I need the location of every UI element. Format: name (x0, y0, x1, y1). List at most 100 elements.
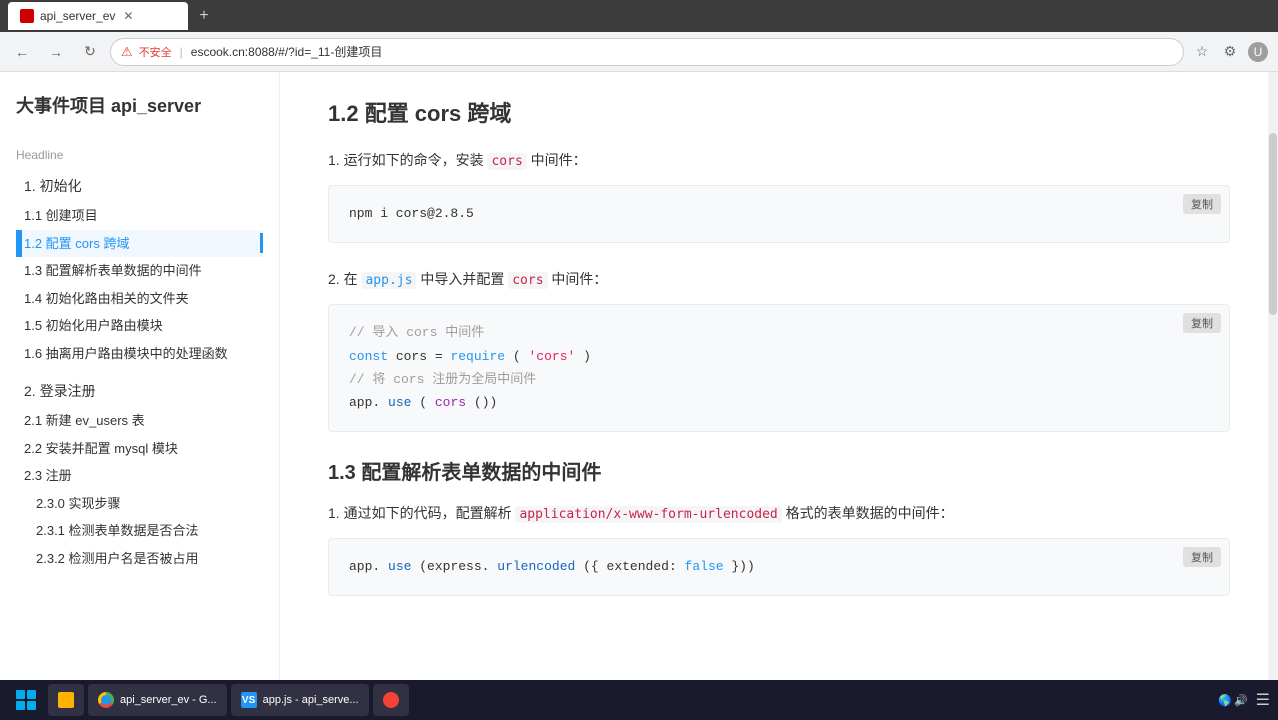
sidebar-item-2-1[interactable]: 2.1 新建 ev_users 表 (16, 407, 263, 435)
vscode-icon-text: VS (242, 695, 255, 706)
nav-item-2-3-2[interactable]: 2.3.2 检测用户名是否被占用 (16, 545, 263, 573)
sidebar-title: 大事件项目 api_server (16, 92, 263, 128)
tab-title: api_server_ev (40, 9, 115, 23)
nav-item-2-2[interactable]: 2.2 安装并配置 mysql 模块 (16, 435, 263, 463)
sidebar-item-2-2[interactable]: 2.2 安装并配置 mysql 模块 (16, 435, 263, 463)
step-1-text: 1. 运行如下的命令，安装 cors 中间件： (328, 148, 1230, 173)
scroll-track[interactable] (1268, 72, 1278, 680)
forward-button[interactable]: → (42, 38, 70, 66)
nav-item-1-5[interactable]: 1.5 初始化用户路由模块 (16, 312, 263, 340)
step-2-container: 2. 在 app.js 中导入并配置 cors 中间件： 复制 // 导入 co… (328, 267, 1230, 432)
nav-item-1-1[interactable]: 1.1 创建项目 (16, 202, 263, 230)
step-1-suffix: 中间件： (531, 152, 587, 168)
taskbar-item-file-manager[interactable] (48, 684, 84, 716)
nav-item-1-3[interactable]: 1.3 配置解析表单数据的中间件 (16, 257, 263, 285)
sidebar-item-1-4[interactable]: 1.4 初始化路由相关的文件夹 (16, 285, 263, 313)
step-1-3-code: application/x-www-form-urlencoded (515, 506, 781, 523)
sidebar-item-1-2[interactable]: 1.2 配置 cors 跨域 (19, 230, 263, 258)
taskbar-item-vscode[interactable]: VS app.js - api_serve... (231, 684, 369, 716)
network-icon: 🌎 (1218, 694, 1232, 707)
code-2-line-4: app. use ( cors ()) (349, 391, 1209, 414)
file-manager-icon (58, 692, 74, 708)
menu-lines-icon: ☰ (1256, 690, 1270, 710)
step-1-3-prefix: 1. 通过如下的代码，配置解析 (328, 505, 512, 521)
taskbar-right-area: 🌎 🔊 ☰ (1218, 690, 1270, 710)
nav-item-2-1[interactable]: 2.1 新建 ev_users 表 (16, 407, 263, 435)
code-2-line-1: // 导入 cors 中间件 (349, 321, 1209, 344)
tab-close-button[interactable]: ✕ (121, 9, 135, 23)
sidebar-item-1-3[interactable]: 1.3 配置解析表单数据的中间件 (16, 257, 263, 285)
main-container: 大事件项目 api_server Headline 1. 初始化 1.1 创建项… (0, 72, 1278, 680)
taskbar-menu-icon[interactable]: ☰ (1256, 690, 1270, 710)
headline-label: Headline (16, 148, 263, 162)
system-icons: 🌎 🔊 (1218, 694, 1247, 707)
address-text: escook.cn:8088/#/?id=_11-创建项目 (191, 43, 383, 60)
section-1-label: 1. 初始化 (24, 178, 82, 194)
address-separator: | (180, 45, 183, 59)
section-1-header[interactable]: 1. 初始化 (16, 170, 263, 202)
windows-icon-q3 (16, 701, 25, 710)
taskbar-item-red-app[interactable] (373, 684, 409, 716)
sidebar-item-1-6[interactable]: 1.6 抽离用户路由模块中的处理函数 (16, 340, 263, 368)
section-2-header[interactable]: 2. 登录注册 (16, 375, 263, 407)
extensions-button[interactable]: ⚙ (1218, 40, 1242, 64)
tab-bar: api_server_ev ✕ + (8, 0, 216, 32)
nav-item-2-3-0[interactable]: 2.3.0 实现步骤 (16, 490, 263, 518)
nav-item-2-3-1[interactable]: 2.3.1 检测表单数据是否合法 (16, 517, 263, 545)
taskbar-item-chrome[interactable]: api_server_ev - G... (88, 684, 227, 716)
security-warning-icon: ⚠ (121, 44, 133, 60)
nav-item-1-4[interactable]: 1.4 初始化路由相关的文件夹 (16, 285, 263, 313)
nav-item-2-3[interactable]: 2.3 注册 (16, 462, 263, 490)
refresh-button[interactable]: ↻ (76, 38, 104, 66)
sidebar: 大事件项目 api_server Headline 1. 初始化 1.1 创建项… (0, 72, 280, 680)
step-2-code2: cors (508, 272, 547, 289)
browser-actions: ☆ ⚙ U (1190, 40, 1270, 64)
sidebar-item-2-3-2[interactable]: 2.3.2 检测用户名是否被占用 (16, 545, 263, 573)
taskbar: api_server_ev - G... VS app.js - api_ser… (0, 680, 1278, 720)
code-1-3-line-1: app. use (express. urlencoded ({ extende… (349, 555, 1209, 578)
content-area: 1.2 配置 cors 跨域 1. 运行如下的命令，安装 cors 中间件： 复… (280, 72, 1278, 680)
sidebar-item-2-3-1[interactable]: 2.3.1 检测表单数据是否合法 (16, 517, 263, 545)
bookmark-button[interactable]: ☆ (1190, 40, 1214, 64)
taskbar-chrome-label: api_server_ev - G... (120, 694, 217, 706)
step-2-middle: 中导入并配置 (420, 271, 504, 287)
title-num-1-2: 1.2 配置 cors 跨域 (328, 96, 511, 128)
step-2-code1: app.js (361, 272, 416, 289)
windows-start-button[interactable] (8, 682, 44, 718)
volume-icon: 🔊 (1234, 694, 1248, 707)
sidebar-item-2-3[interactable]: 2.3 注册 (16, 462, 263, 490)
code-block-2: 复制 // 导入 cors 中间件 const cors = require (… (328, 304, 1230, 432)
step-1-3-suffix: 格式的表单数据的中间件： (786, 505, 954, 521)
code-1-text: npm i cors@2.8.5 (349, 206, 474, 221)
copy-button-1[interactable]: 复制 (1183, 194, 1221, 214)
nav-item-1-6[interactable]: 1.6 抽离用户路由模块中的处理函数 (16, 340, 263, 368)
step-1-num: 1. 运行如下的命令，安装 (328, 152, 484, 168)
step-1-3-text: 1. 通过如下的代码，配置解析 application/x-www-form-u… (328, 501, 1230, 526)
browser-chrome: api_server_ev ✕ + (0, 0, 1278, 32)
copy-button-3[interactable]: 复制 (1183, 547, 1221, 567)
copy-button-2[interactable]: 复制 (1183, 313, 1221, 333)
sidebar-item-2-3-0[interactable]: 2.3.0 实现步骤 (16, 490, 263, 518)
profile-button[interactable]: U (1246, 40, 1270, 64)
scroll-thumb[interactable] (1269, 133, 1277, 315)
tab-favicon (20, 9, 34, 23)
code-2-line-2: const cors = require ( 'cors' ) (349, 345, 1209, 368)
step-1-3-container: 1. 通过如下的代码，配置解析 application/x-www-form-u… (328, 501, 1230, 596)
new-tab-button[interactable]: + (192, 4, 216, 28)
profile-avatar: U (1248, 42, 1268, 62)
red-app-icon (383, 692, 399, 708)
windows-icon-q1 (16, 690, 25, 699)
browser-bar: ← → ↻ ⚠ 不安全 | escook.cn:8088/#/?id=_11-创… (0, 32, 1278, 72)
back-button[interactable]: ← (8, 38, 36, 66)
step-1-container: 1. 运行如下的命令，安装 cors 中间件： 复制 npm i cors@2.… (328, 148, 1230, 243)
section-2-label: 2. 登录注册 (24, 383, 96, 399)
active-tab[interactable]: api_server_ev ✕ (8, 2, 188, 30)
chrome-icon (98, 692, 114, 708)
sidebar-item-1-5[interactable]: 1.5 初始化用户路由模块 (16, 312, 263, 340)
code-block-1-3: 复制 app. use (express. urlencoded ({ exte… (328, 538, 1230, 595)
address-bar[interactable]: ⚠ 不安全 | escook.cn:8088/#/?id=_11-创建项目 (110, 38, 1184, 66)
nav-item-1-2[interactable]: 1.2 配置 cors 跨域 (16, 230, 263, 258)
code-2-line-3: // 将 cors 注册为全局中间件 (349, 368, 1209, 391)
sidebar-item-1-1[interactable]: 1.1 创建项目 (16, 202, 263, 230)
windows-icon-q2 (27, 690, 36, 699)
